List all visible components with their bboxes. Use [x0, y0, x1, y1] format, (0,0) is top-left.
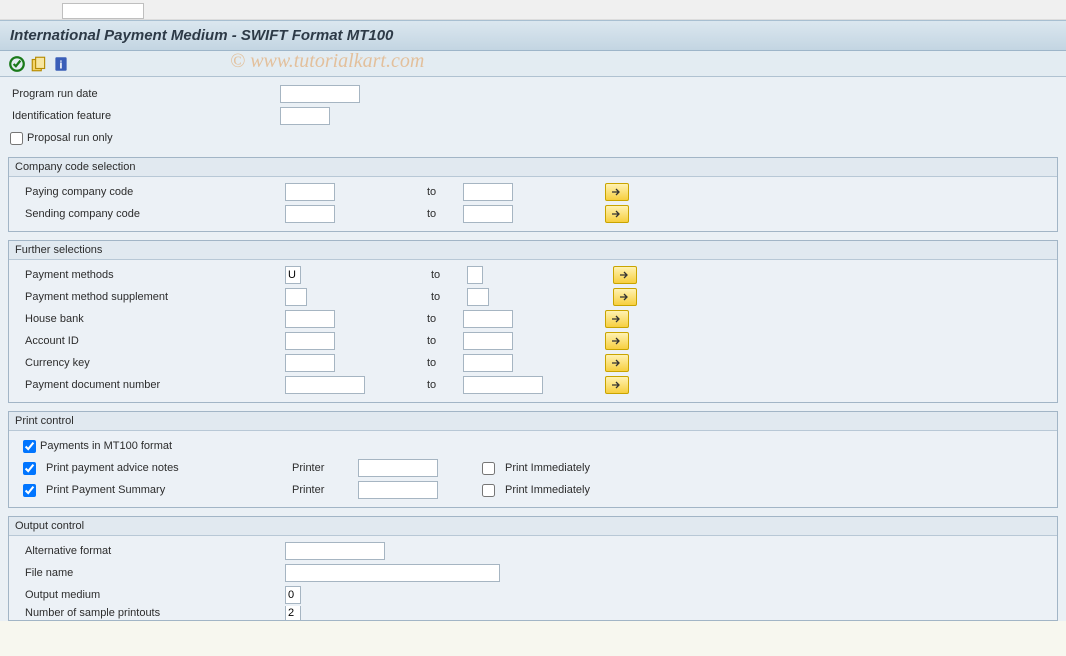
printer-label: Printer — [292, 462, 352, 474]
sending-cc-to[interactable] — [463, 205, 513, 223]
paying-cc-label: Paying company code — [13, 186, 173, 198]
summary-checkbox[interactable] — [23, 484, 36, 497]
pay-methods-to[interactable] — [467, 266, 483, 284]
sample-printouts-label: Number of sample printouts — [13, 607, 173, 619]
pay-doc-from[interactable] — [285, 376, 365, 394]
to-label: to — [427, 186, 457, 198]
group-title-output: Output control — [9, 517, 1057, 536]
info-icon[interactable]: i — [52, 55, 70, 73]
output-medium-input[interactable] — [285, 586, 301, 604]
execute-icon[interactable] — [8, 55, 26, 73]
multi-select-button[interactable] — [605, 376, 629, 394]
pay-methods-from[interactable] — [285, 266, 301, 284]
to-label: to — [427, 313, 457, 325]
advice-printer-input[interactable] — [358, 459, 438, 477]
account-id-label: Account ID — [13, 335, 173, 347]
immediately-label: Print Immediately — [505, 484, 590, 496]
toolbar: i — [0, 51, 1066, 77]
house-bank-from[interactable] — [285, 310, 335, 328]
pay-doc-to[interactable] — [463, 376, 543, 394]
group-company-code: Company code selection Paying company co… — [8, 157, 1058, 232]
pay-doc-label: Payment document number — [13, 379, 173, 391]
output-medium-label: Output medium — [13, 589, 173, 601]
variant-icon[interactable] — [30, 55, 48, 73]
pay-supplement-label: Payment method supplement — [13, 291, 173, 303]
multi-select-button[interactable] — [605, 205, 629, 223]
sending-cc-from[interactable] — [285, 205, 335, 223]
to-label: to — [431, 269, 461, 281]
advice-label: Print payment advice notes — [46, 462, 286, 474]
multi-select-button[interactable] — [605, 310, 629, 328]
group-title-company: Company code selection — [9, 158, 1057, 177]
advice-immediate-checkbox[interactable] — [482, 462, 495, 475]
advice-checkbox[interactable] — [23, 462, 36, 475]
alt-format-label: Alternative format — [13, 545, 173, 557]
file-name-input[interactable] — [285, 564, 500, 582]
to-label: to — [431, 291, 461, 303]
group-title-print: Print control — [9, 412, 1057, 431]
currency-key-label: Currency key — [13, 357, 173, 369]
ident-label: Identification feature — [8, 110, 168, 122]
multi-select-button[interactable] — [605, 183, 629, 201]
account-id-to[interactable] — [463, 332, 513, 350]
multi-select-button[interactable] — [605, 332, 629, 350]
pay-supplement-to[interactable] — [467, 288, 489, 306]
to-label: to — [427, 208, 457, 220]
to-label: to — [427, 379, 457, 391]
multi-select-button[interactable] — [613, 288, 637, 306]
pay-supplement-from[interactable] — [285, 288, 307, 306]
alt-format-input[interactable] — [285, 542, 385, 560]
to-label: to — [427, 357, 457, 369]
group-output-control: Output control Alternative format File n… — [8, 516, 1058, 621]
group-title-further: Further selections — [9, 241, 1057, 260]
top-strip — [0, 0, 1066, 20]
ident-input[interactable] — [280, 107, 330, 125]
house-bank-to[interactable] — [463, 310, 513, 328]
paying-cc-from[interactable] — [285, 183, 335, 201]
house-bank-label: House bank — [13, 313, 173, 325]
svg-text:i: i — [59, 59, 62, 71]
group-print-control: Print control Payments in MT100 format P… — [8, 411, 1058, 508]
summary-printer-input[interactable] — [358, 481, 438, 499]
immediately-label: Print Immediately — [505, 462, 590, 474]
summary-immediate-checkbox[interactable] — [482, 484, 495, 497]
currency-key-from[interactable] — [285, 354, 335, 372]
proposal-label: Proposal run only — [27, 132, 113, 144]
sample-printouts-input[interactable] — [285, 606, 301, 620]
page-title: International Payment Medium - SWIFT For… — [0, 20, 1066, 51]
account-id-from[interactable] — [285, 332, 335, 350]
currency-key-to[interactable] — [463, 354, 513, 372]
proposal-checkbox[interactable] — [10, 132, 23, 145]
multi-select-button[interactable] — [613, 266, 637, 284]
group-further-selections: Further selections Payment methods to Pa… — [8, 240, 1058, 403]
run-date-input[interactable] — [280, 85, 360, 103]
multi-select-button[interactable] — [605, 354, 629, 372]
mt100-label: Payments in MT100 format — [40, 440, 172, 452]
summary-label: Print Payment Summary — [46, 484, 286, 496]
file-name-label: File name — [13, 567, 173, 579]
pay-methods-label: Payment methods — [13, 269, 173, 281]
paying-cc-to[interactable] — [463, 183, 513, 201]
printer-label: Printer — [292, 484, 352, 496]
to-label: to — [427, 335, 457, 347]
mt100-checkbox[interactable] — [23, 440, 36, 453]
sending-cc-label: Sending company code — [13, 208, 173, 220]
content-area: Program run date Identification feature … — [0, 77, 1066, 621]
run-date-label: Program run date — [8, 88, 168, 100]
